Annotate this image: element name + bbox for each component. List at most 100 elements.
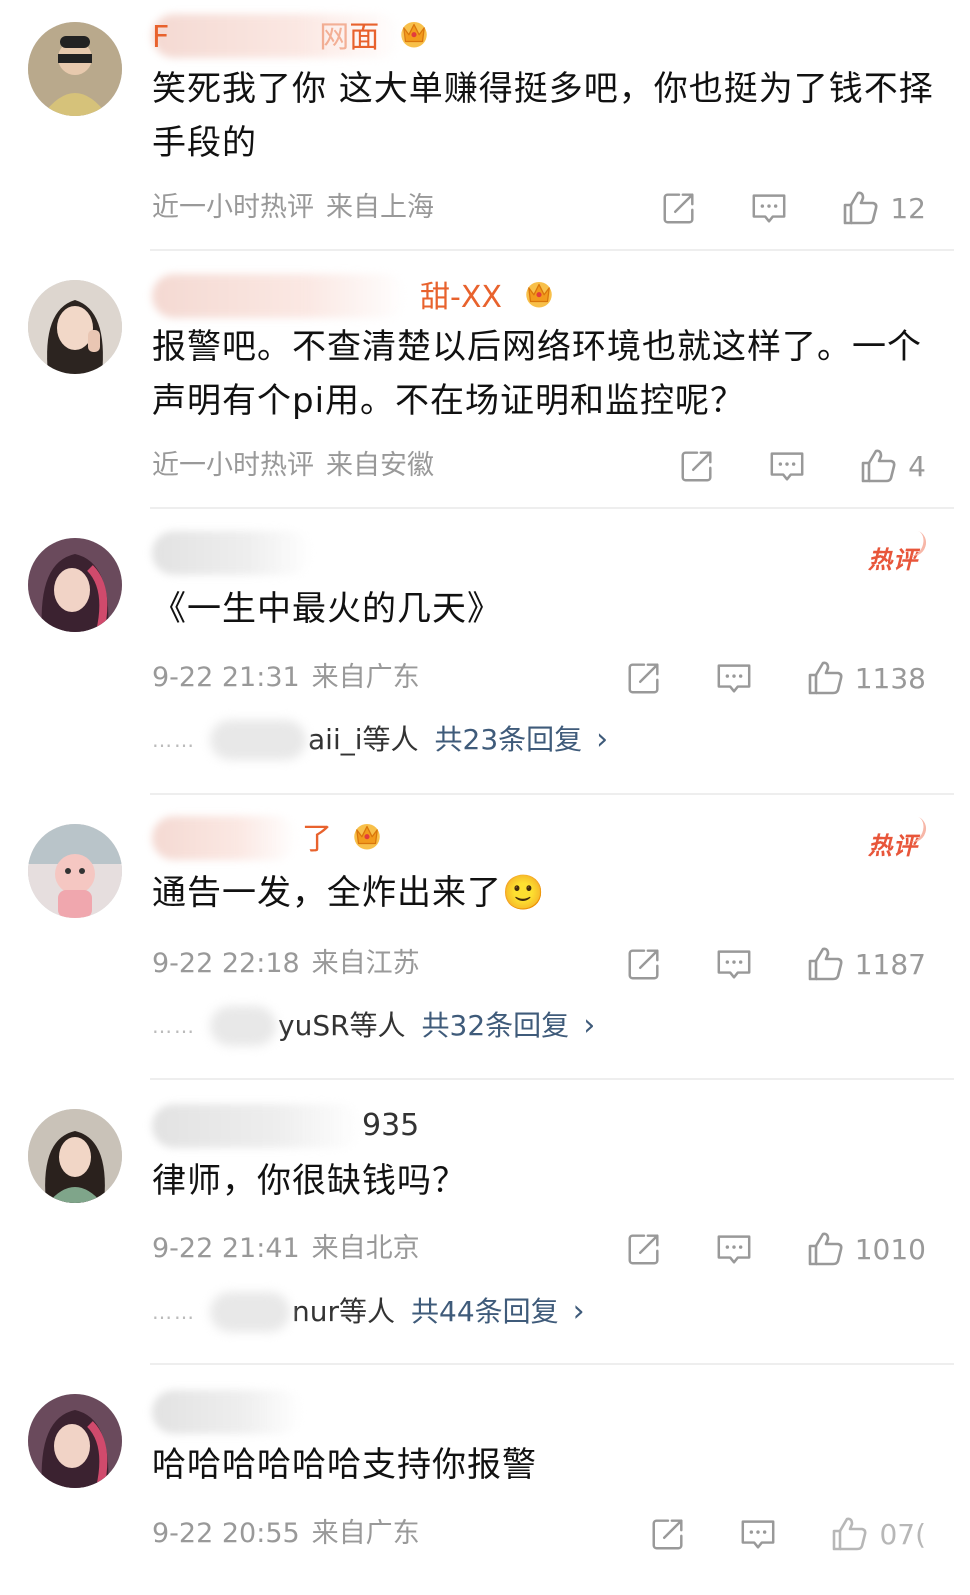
like-count: 07( <box>879 1517 926 1551</box>
thumbs-up-icon <box>805 944 845 984</box>
comment-button[interactable] <box>750 189 788 227</box>
share-icon <box>625 945 663 983</box>
comment-actions: 12 <box>660 186 926 230</box>
username[interactable]: 935 <box>152 1104 420 1148</box>
avatar[interactable] <box>28 824 122 918</box>
comment-actions: 1010 <box>625 1227 926 1271</box>
share-icon <box>625 659 663 697</box>
reply-names: aii_i等人 <box>308 723 419 756</box>
reply-names: yuSR等人 <box>278 1009 406 1042</box>
hot-comment-badge: 热评 <box>868 826 918 861</box>
reply-total: 共23条回复 <box>434 723 583 756</box>
comment-location: 来自江苏 <box>311 948 420 979</box>
comment-icon <box>739 1515 777 1553</box>
avatar[interactable] <box>28 1109 122 1203</box>
crown-icon <box>397 16 431 61</box>
like-button[interactable]: 1187 <box>805 944 926 984</box>
reply-names: nur等人 <box>292 1295 396 1328</box>
comment-text: 报警吧。不查清楚以后网络环境也就这样了。一个声明有个pi用。不在场证明和监控呢？ <box>152 327 922 421</box>
share-button[interactable] <box>649 1515 687 1553</box>
comment-meta: 近一小时热评 来自安徽 <box>152 446 446 486</box>
comment-icon <box>750 189 788 227</box>
comment-text: 通告一发，全炸出来了🙂 <box>152 873 546 913</box>
comment-actions: 07( <box>649 1512 926 1556</box>
share-icon <box>649 1515 687 1553</box>
like-button[interactable]: 12 <box>840 188 926 228</box>
username[interactable]: 了 <box>152 816 384 860</box>
like-button[interactable]: 1138 <box>805 658 926 698</box>
username-partial: 网 <box>319 20 350 55</box>
comment-meta: 9-22 22:18 来自江苏 <box>152 944 432 984</box>
username-visible: 935 <box>362 1108 420 1143</box>
comment-time: 9-22 20:55 <box>152 1518 300 1549</box>
thumbs-up-icon <box>805 1229 845 1269</box>
reply-dots: …… <box>152 1300 196 1324</box>
comment-time: 近一小时热评 <box>152 450 314 481</box>
comment-time: 9-22 21:31 <box>152 662 300 693</box>
like-count: 1187 <box>854 947 926 981</box>
avatar[interactable] <box>28 22 122 116</box>
like-button[interactable]: 4 <box>858 446 926 486</box>
replies-link[interactable]: …… yuSR等人 共32条回复 › <box>152 1004 595 1048</box>
share-button[interactable] <box>660 189 698 227</box>
comment-meta: 9-22 20:55 来自广东 <box>152 1514 432 1554</box>
comment-time: 9-22 22:18 <box>152 948 300 979</box>
reply-dots: …… <box>152 728 196 752</box>
chevron-right-icon: › <box>583 1008 596 1043</box>
comment-text: 《一生中最火的几天》 <box>152 589 502 629</box>
share-button[interactable] <box>625 659 663 697</box>
share-icon <box>678 447 716 485</box>
like-count: 12 <box>890 191 926 225</box>
divider <box>150 507 954 509</box>
comment-actions: 1138 <box>625 656 926 700</box>
share-button[interactable] <box>625 1230 663 1268</box>
comment-text: 笑死我了你 这大单赚得挺多吧，你也挺为了钱不择手段的 <box>152 69 934 163</box>
like-button[interactable]: 07( <box>829 1514 926 1554</box>
comment-meta: 9-22 21:41 来自北京 <box>152 1229 432 1269</box>
replies-link[interactable]: …… aii_i等人 共23条回复 › <box>152 718 608 762</box>
divider <box>150 249 954 251</box>
like-count: 1138 <box>854 661 926 695</box>
avatar[interactable] <box>28 1394 122 1488</box>
comment-location: 来自广东 <box>311 662 420 693</box>
crown-icon <box>519 276 559 321</box>
comment-location: 来自广东 <box>311 1518 420 1549</box>
username-visible: 面 <box>349 20 380 55</box>
reply-avatar-blur <box>210 1006 276 1046</box>
comment-meta: 近一小时热评 来自上海 <box>152 188 446 228</box>
comment-location: 来自上海 <box>326 192 434 223</box>
reply-total: 共44条回复 <box>411 1295 559 1328</box>
comment-button[interactable] <box>715 945 753 983</box>
avatar[interactable] <box>28 538 122 632</box>
comment-icon <box>715 945 753 983</box>
comment-button[interactable] <box>715 1230 753 1268</box>
username-prefix: F <box>152 20 170 55</box>
replies-link[interactable]: …… nur等人 共44条回复 › <box>152 1290 585 1334</box>
reply-avatar-blur <box>210 720 306 760</box>
share-icon <box>660 189 698 227</box>
share-button[interactable] <box>625 945 663 983</box>
divider <box>150 793 954 795</box>
comment-icon <box>715 1230 753 1268</box>
avatar[interactable] <box>28 280 122 374</box>
like-button[interactable]: 1010 <box>805 1229 926 1269</box>
hot-comment-badge: 热评 <box>868 540 918 575</box>
share-button[interactable] <box>678 447 716 485</box>
thumbs-up-icon <box>858 446 898 486</box>
like-count: 4 <box>908 449 926 483</box>
comment-location: 来自北京 <box>311 1233 420 1264</box>
reply-avatar-blur <box>210 1292 290 1332</box>
thumbs-up-icon <box>840 188 880 228</box>
comment-time: 9-22 21:41 <box>152 1233 300 1264</box>
reply-dots: …… <box>152 1014 196 1038</box>
comment-button[interactable] <box>739 1515 777 1553</box>
comment-button[interactable] <box>768 447 806 485</box>
username[interactable]: F 网面 <box>152 14 431 58</box>
username[interactable]: 甜-XX <box>152 274 559 318</box>
thumbs-up-icon <box>805 658 845 698</box>
comment-button[interactable] <box>715 659 753 697</box>
comment-time: 近一小时热评 <box>152 192 314 223</box>
chevron-right-icon: › <box>596 722 609 757</box>
comment-icon <box>768 447 806 485</box>
reply-total: 共32条回复 <box>421 1009 570 1042</box>
